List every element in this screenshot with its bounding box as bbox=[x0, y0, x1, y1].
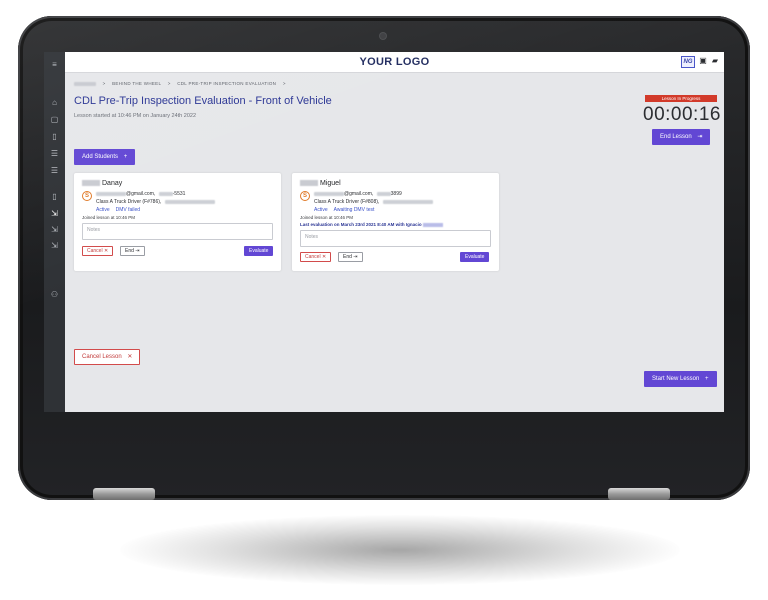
breadcrumb-item[interactable]: CDL PRE-TRIP INSPECTION EVALUATION bbox=[177, 81, 276, 86]
cancel-student-button[interactable]: Cancel ✕ bbox=[82, 246, 114, 256]
calendar-icon[interactable]: ▢ bbox=[49, 115, 60, 124]
exit-icon: ⇥ bbox=[697, 134, 703, 140]
start-new-lesson-button[interactable]: Start New Lesson + bbox=[644, 371, 717, 387]
lesson-icon[interactable]: ⇲ bbox=[49, 209, 60, 218]
evaluate-button[interactable]: Evaluate bbox=[460, 252, 490, 262]
home-icon[interactable]: ⌂ bbox=[49, 98, 60, 107]
close-icon: ✕ bbox=[127, 354, 133, 360]
sidebar: ≡ ⌂ ▢ ▯ ☰ ☰ ▯ ⇲ ⇲ ⇲ ⚇ bbox=[44, 52, 65, 412]
hinge-right bbox=[608, 488, 670, 500]
main-content: > BEHIND THE WHEEL > CDL PRE-TRIP INSPEC… bbox=[65, 73, 724, 412]
lesson-icon[interactable]: ⇲ bbox=[49, 225, 60, 234]
calendar-icon[interactable]: ▣ bbox=[699, 57, 707, 65]
evaluate-button[interactable]: Evaluate bbox=[244, 246, 274, 256]
last-evaluation: Last evaluation on March 23rd 2021 8:40 … bbox=[300, 222, 443, 227]
student-name: Miguel bbox=[300, 180, 341, 187]
users-icon[interactable]: ⚇ bbox=[49, 290, 60, 299]
student-role-badge: S bbox=[300, 191, 310, 201]
page-title: CDL Pre-Trip Inspection Evaluation - Fro… bbox=[74, 95, 332, 107]
status-tag: Awaiting DMV test bbox=[333, 207, 375, 213]
student-tags: Active DMV failed bbox=[96, 207, 146, 213]
student-card: Danay S @gmail.com, -5531 Class A Truck … bbox=[74, 173, 281, 271]
add-students-button[interactable]: Add Students + bbox=[74, 149, 136, 165]
student-license: Class A Truck Driver (F#786), bbox=[96, 199, 215, 205]
status-badge: Lesson In Progress bbox=[645, 95, 717, 102]
add-students-label: Add Students bbox=[82, 154, 119, 160]
app-screen: ≡ ⌂ ▢ ▯ ☰ ☰ ▯ ⇲ ⇲ ⇲ ⚇ YOUR LOGO NG ▣ ▰ >… bbox=[44, 52, 724, 412]
student-joined: Joined lesson at 10:46 PM bbox=[82, 215, 136, 220]
student-name: Danay bbox=[82, 180, 122, 187]
status-tag: Active bbox=[96, 207, 110, 213]
notes-input[interactable]: Notes bbox=[300, 230, 491, 247]
breadcrumb-redacted bbox=[74, 81, 96, 86]
student-card: Miguel S @gmail.com, 3899 Class A Truck … bbox=[292, 173, 499, 271]
document-icon[interactable]: ▯ bbox=[49, 132, 60, 141]
notes-input[interactable]: Notes bbox=[82, 223, 273, 240]
end-lesson-label: End Lesson bbox=[660, 134, 692, 140]
menu-icon[interactable]: ≡ bbox=[49, 60, 60, 69]
plus-icon: + bbox=[705, 376, 709, 382]
plus-icon: + bbox=[123, 154, 128, 160]
lesson-timer: 00:00:16 bbox=[643, 104, 721, 125]
chat-icon[interactable]: ▰ bbox=[711, 57, 719, 65]
close-icon: ✕ bbox=[103, 248, 109, 254]
hinge-left bbox=[93, 488, 155, 500]
list-icon[interactable]: ☰ bbox=[49, 166, 60, 175]
product-mockup: ≡ ⌂ ▢ ▯ ☰ ☰ ▯ ⇲ ⇲ ⇲ ⚇ YOUR LOGO NG ▣ ▰ >… bbox=[0, 0, 768, 600]
student-license: Class A Truck Driver (F#808), bbox=[314, 199, 433, 205]
student-contact: @gmail.com, -5531 bbox=[96, 191, 185, 197]
start-new-lesson-label: Start New Lesson bbox=[652, 376, 700, 382]
document-icon[interactable]: ▯ bbox=[49, 192, 60, 201]
cancel-lesson-button[interactable]: Cancel Lesson ✕ bbox=[74, 349, 141, 365]
close-icon: ✕ bbox=[321, 254, 327, 260]
app-logo: YOUR LOGO bbox=[359, 56, 430, 68]
lesson-icon[interactable]: ⇲ bbox=[49, 241, 60, 250]
student-role-badge: S bbox=[82, 191, 92, 201]
end-student-button[interactable]: End ⇥ bbox=[338, 252, 363, 262]
cancel-student-button[interactable]: Cancel ✕ bbox=[300, 252, 332, 262]
exit-icon: ⇥ bbox=[353, 254, 358, 260]
lesson-start-time: Lesson started at 10:46 PM on January 24… bbox=[74, 113, 196, 119]
exit-icon: ⇥ bbox=[135, 248, 140, 254]
end-student-button[interactable]: End ⇥ bbox=[120, 246, 145, 256]
breadcrumb: > BEHIND THE WHEEL > CDL PRE-TRIP INSPEC… bbox=[74, 81, 291, 86]
breadcrumb-item[interactable]: BEHIND THE WHEEL bbox=[112, 81, 161, 86]
status-tag: Active bbox=[314, 207, 328, 213]
device-shadow bbox=[120, 515, 680, 585]
student-tags: Active Awaiting DMV test bbox=[314, 207, 380, 213]
camera-icon bbox=[380, 33, 386, 39]
cancel-lesson-label: Cancel Lesson bbox=[82, 354, 122, 360]
status-tag: DMV failed bbox=[115, 207, 141, 213]
student-contact: @gmail.com, 3899 bbox=[314, 191, 402, 197]
list-icon[interactable]: ☰ bbox=[49, 149, 60, 158]
student-joined: Joined lesson at 10:46 PM bbox=[300, 215, 354, 220]
avatar[interactable]: NG bbox=[681, 56, 695, 68]
top-bar: YOUR LOGO NG ▣ ▰ bbox=[65, 52, 724, 73]
end-lesson-button[interactable]: End Lesson ⇥ bbox=[652, 129, 711, 145]
